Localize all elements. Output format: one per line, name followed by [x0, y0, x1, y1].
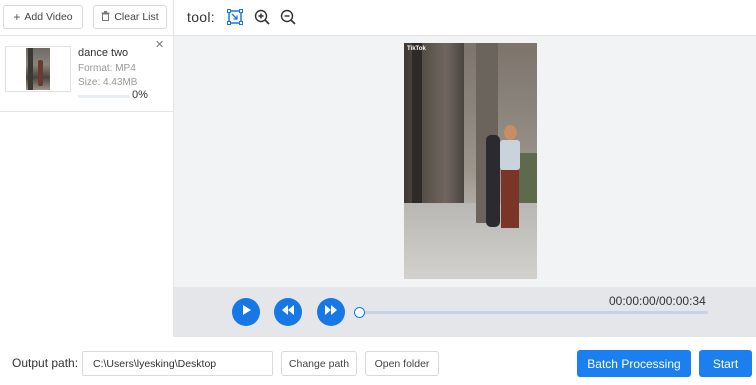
rewind-button[interactable] [274, 298, 302, 326]
add-video-button[interactable]: + Add Video [3, 5, 83, 29]
tool-label: tool: [187, 9, 215, 25]
add-video-label: Add Video [24, 11, 73, 23]
file-progress-bar [78, 95, 130, 98]
rewind-icon [281, 303, 295, 321]
fit-to-frame-icon[interactable] [227, 9, 243, 25]
remove-file-icon[interactable]: ✕ [155, 40, 164, 51]
seek-handle[interactable] [354, 307, 365, 318]
play-button[interactable] [232, 298, 260, 326]
file-format: Format: MP4 [78, 63, 136, 74]
tiktok-watermark: TikTok [407, 46, 426, 52]
zoom-in-icon[interactable] [254, 9, 270, 25]
open-folder-button[interactable]: Open folder [365, 351, 439, 376]
playback-time: 00:00:00/00:00:34 [609, 294, 706, 308]
toolbar-divider [173, 0, 174, 36]
output-bar: Output path: C:\Users\lyesking\Desktop C… [0, 337, 756, 385]
seek-bar[interactable] [358, 311, 708, 314]
file-name: dance two [78, 47, 129, 59]
top-toolbar: + Add Video Clear List tool: [0, 0, 756, 36]
clear-list-label: Clear List [114, 11, 159, 23]
file-progress-text: 0% [132, 89, 148, 101]
file-size: Size: 4.43MB [78, 77, 138, 88]
batch-processing-button[interactable]: Batch Processing [577, 350, 691, 377]
video-frame[interactable]: TikTok [404, 43, 537, 279]
play-icon [240, 303, 252, 321]
output-path-label: Output path: [12, 356, 79, 370]
zoom-out-icon[interactable] [280, 9, 296, 25]
plus-icon: + [13, 10, 21, 24]
file-list-panel: dance two Format: MP4 Size: 4.43MB ✕ 0% [0, 36, 174, 337]
file-list-item[interactable]: dance two Format: MP4 Size: 4.43MB ✕ 0% [0, 36, 173, 112]
output-path-field[interactable]: C:\Users\lyesking\Desktop [82, 351, 273, 376]
change-path-button[interactable]: Change path [281, 351, 357, 376]
video-preview-area: TikTok [174, 36, 756, 287]
trash-icon [101, 10, 110, 24]
video-thumbnail [5, 46, 71, 92]
fast-forward-button[interactable] [317, 298, 345, 326]
start-button[interactable]: Start [699, 350, 752, 377]
video-editor-app: + Add Video Clear List tool: dance two F… [0, 0, 756, 385]
fast-forward-icon [324, 303, 338, 321]
clear-list-button[interactable]: Clear List [93, 5, 167, 29]
player-controls: 00:00:00/00:00:34 [174, 287, 756, 337]
